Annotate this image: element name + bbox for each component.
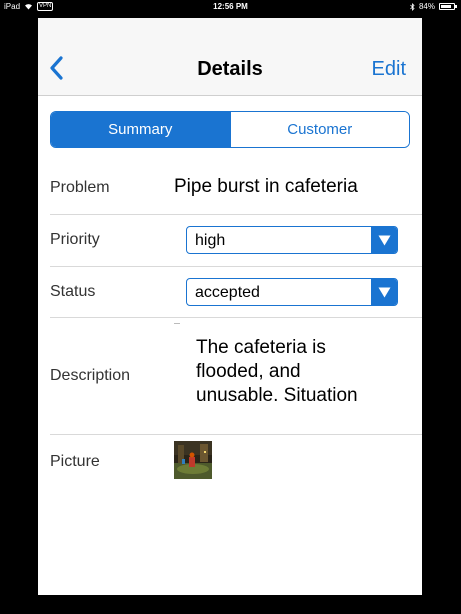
status-time: 12:56 PM (213, 2, 248, 11)
problem-row: Problem Pipe burst in cafeteria (38, 170, 422, 214)
problem-label: Problem (50, 179, 110, 196)
priority-label: Priority (50, 231, 100, 248)
priority-row: Priority high (38, 215, 422, 266)
status-row: Status accepted (38, 267, 422, 317)
priority-select[interactable]: high (186, 226, 398, 254)
tab-customer[interactable]: Customer (229, 112, 409, 147)
battery-icon (439, 3, 457, 10)
status-dropdown-button[interactable] (371, 279, 397, 305)
priority-value: high (195, 232, 226, 249)
bluetooth-icon (410, 2, 415, 11)
status-label: Status (50, 283, 96, 300)
battery-percent: 84% (418, 2, 435, 11)
battery-fill (441, 5, 451, 8)
page-title: Details (197, 58, 263, 80)
edit-button[interactable]: Edit (372, 58, 406, 81)
segmented-control: Summary Customer (50, 111, 410, 148)
triangle-down-icon (378, 287, 390, 297)
status-bar: iPad VPN 12:56 PM 84% (0, 0, 461, 14)
flooded-cafeteria-image (174, 441, 212, 479)
app-screen: Details Edit Summary Customer Problem Pi… (38, 18, 422, 595)
priority-dropdown-button[interactable] (371, 227, 397, 253)
description-scroll-tick (174, 323, 180, 324)
picture-row: Picture (38, 435, 422, 489)
picture-thumbnail[interactable] (174, 441, 212, 479)
battery-nub (455, 5, 457, 8)
navigation-bar: Details Edit (38, 18, 422, 96)
status-right: 84% (410, 2, 457, 11)
problem-value: Pipe burst in cafeteria (174, 176, 358, 197)
status-value: accepted (195, 284, 260, 301)
status-select[interactable]: accepted (186, 278, 398, 306)
description-text[interactable]: The cafeteria is flooded, and unusable. … (196, 336, 386, 408)
description-label: Description (50, 367, 131, 384)
triangle-down-icon (378, 235, 390, 245)
tab-summary[interactable]: Summary (51, 112, 230, 147)
picture-label: Picture (50, 453, 100, 470)
